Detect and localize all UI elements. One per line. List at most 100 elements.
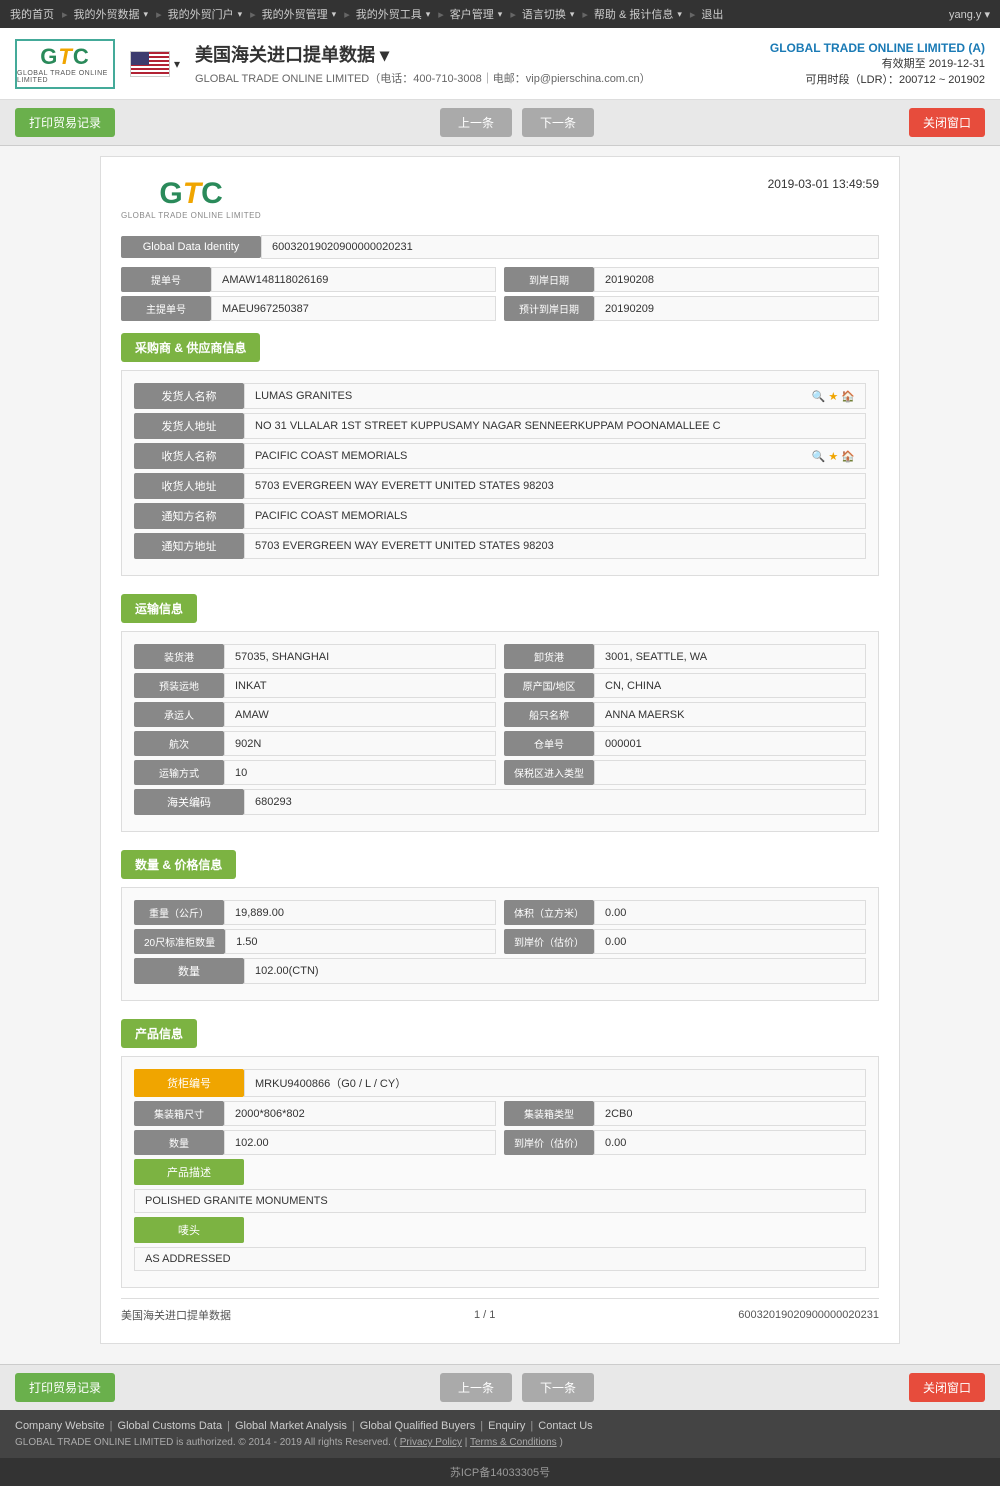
vessel-pair: 船只名称 ANNA MAERSK [504,702,866,727]
marks-value-row: AS ADDRESSED [134,1247,866,1271]
prod-price-value: 0.00 [594,1130,866,1155]
consignee-home-icon[interactable]: 🏠 [841,450,855,463]
qp-quantity-value: 102.00(CTN) [244,958,866,984]
buyer-supplier-section: 发货人名称 LUMAS GRANITES 🔍 ★ 🏠 发货人地址 NO 31 V… [121,370,879,576]
carrier-value: AMAW [224,702,496,727]
transport-mode-label: 运输方式 [134,760,224,785]
prev-button[interactable]: 上一条 [440,108,512,137]
volume-pair: 体积（立方米） 0.00 [504,900,866,925]
transport-bonded-row: 运输方式 10 保税区进入类型 [134,760,866,785]
carrier-vessel-row: 承运人 AMAW 船只名称 ANNA MAERSK [134,702,866,727]
header-right: GLOBAL TRADE ONLINE LIMITED (A) 有效期至 201… [770,41,985,87]
bottom-prev-button[interactable]: 上一条 [440,1373,512,1402]
master-bill-pair: 主提单号 MAEU967250387 [121,296,496,321]
bill-arrival-row: 提单号 AMAW148118026169 到岸日期 20190208 [121,267,879,292]
nav-logout[interactable]: 退出 [701,6,725,22]
shipper-home-icon[interactable]: 🏠 [841,390,855,403]
consignee-star-icon[interactable]: ★ [828,450,838,463]
load-port-pair: 装货港 57035, SHANGHAI [134,644,496,669]
bonded-pair: 保税区进入类型 [504,760,866,785]
footer-terms[interactable]: Terms & Conditions [470,1437,557,1448]
vessel-label: 船只名称 [504,702,594,727]
nav-language[interactable]: 语言切换 ▾ [522,6,577,22]
footer-global-market[interactable]: Global Market Analysis [235,1420,347,1432]
identity-row: Global Data Identity 6003201902090000002… [121,235,879,259]
close-button[interactable]: 关闭窗口 [909,108,985,137]
bottom-close-button[interactable]: 关闭窗口 [909,1373,985,1402]
weight-label: 重量（公斤） [134,900,224,925]
carrier-pair: 承运人 AMAW [134,702,496,727]
user-info: yang.y ▾ [949,8,990,21]
logo-area: GTC GLOBAL TRADE ONLINE LIMITED [15,39,130,89]
footer-global-customs[interactable]: Global Customs Data [118,1420,223,1432]
consignee-address-row: 收货人地址 5703 EVERGREEN WAY EVERETT UNITED … [134,473,866,499]
arrival-price-pair: 到岸价（估价） 0.00 [504,929,866,954]
nav-help[interactable]: 帮助 & 报计信息 ▾ [594,6,684,22]
origin-value: CN, CHINA [594,673,866,698]
consignee-name-label: 收货人名称 [134,443,244,469]
company-name: GLOBAL TRADE ONLINE LIMITED (A) [770,41,985,55]
voyage-pair: 航次 902N [134,731,496,756]
voyage-warehouse-row: 航次 902N 仓单号 000001 [134,731,866,756]
nav-home[interactable]: 我的首页 [10,6,56,22]
notify-name-label: 通知方名称 [134,503,244,529]
footer-enquiry[interactable]: Enquiry [488,1420,525,1432]
footer-company-website[interactable]: Company Website [15,1420,105,1432]
page-footer: Company Website | Global Customs Data | … [0,1410,1000,1458]
notify-name-value: PACIFIC COAST MEMORIALS [244,503,866,529]
bill-no-pair: 提单号 AMAW148118026169 [121,267,496,292]
customs-row: 海关编码 680293 [134,789,866,815]
quantity-price-header: 数量 & 价格信息 [121,850,236,879]
voyage-value: 902N [224,731,496,756]
print-button[interactable]: 打印贸易记录 [15,108,115,137]
arrival-price-label: 到岸价（估价） [504,929,594,954]
bottom-print-button[interactable]: 打印贸易记录 [15,1373,115,1402]
container-type-value: 2CB0 [594,1101,866,1126]
company-logo: GTC GLOBAL TRADE ONLINE LIMITED [15,39,115,89]
pre-transport-value: INKAT [224,673,496,698]
main-content: G T C GLOBAL TRADE ONLINE LIMITED 2019-0… [0,146,1000,1364]
buyer-supplier-header: 采购商 & 供应商信息 [121,333,260,362]
master-bill-value: MAEU967250387 [211,296,496,321]
consignee-search-icon[interactable]: 🔍 [812,450,826,463]
top-toolbar: 打印贸易记录 上一条 下一条 关闭窗口 [0,100,1000,146]
nav-customer[interactable]: 客户管理 ▾ [450,6,505,22]
page-title: 美国海关进口提单数据 ▾ [195,41,651,67]
us-flag [130,51,170,77]
origin-pair: 原产国/地区 CN, CHINA [504,673,866,698]
volume-label: 体积（立方米） [504,900,594,925]
bottom-next-button[interactable]: 下一条 [522,1373,594,1402]
pre-origin-row: 预装运地 INKAT 原产国/地区 CN, CHINA [134,673,866,698]
description-label: 产品描述 [134,1159,244,1185]
master-bill-label: 主提单号 [121,296,211,321]
header-subtitle: GLOBAL TRADE ONLINE LIMITED（电话：400-710-3… [195,70,651,86]
next-button[interactable]: 下一条 [522,108,594,137]
shipper-search-icon[interactable]: 🔍 [812,390,826,403]
description-header-row: 产品描述 [134,1159,866,1185]
bonded-label: 保税区进入类型 [504,760,594,785]
nav-foreign-data[interactable]: 我的外贸数据 ▾ [74,6,151,22]
doc-footer-center: 1 / 1 [474,1309,495,1321]
shipper-address-label: 发货人地址 [134,413,244,439]
quantity-price-section: 重量（公斤） 19,889.00 体积（立方米） 0.00 20尺标准柜数量 1… [121,887,879,1001]
nav-foreign-portal[interactable]: 我的外贸门户 ▾ [168,6,245,22]
prod-qty-label: 数量 [134,1130,224,1155]
nav-foreign-manage[interactable]: 我的外贸管理 ▾ [262,6,339,22]
weight-volume-row: 重量（公斤） 19,889.00 体积（立方米） 0.00 [134,900,866,925]
shipper-star-icon[interactable]: ★ [828,390,838,403]
voyage-label: 航次 [134,731,224,756]
footer-privacy[interactable]: Privacy Policy [400,1437,462,1448]
discharge-port-value: 3001, SEATTLE, WA [594,644,866,669]
prod-price-pair: 到岸价（估价） 0.00 [504,1130,866,1155]
nav-foreign-tools[interactable]: 我的外贸工具 ▾ [356,6,433,22]
footer-global-buyers[interactable]: Global Qualified Buyers [360,1420,476,1432]
marks-header-row: 唛头 [134,1217,866,1243]
doc-footer-right: 60032019020900000020231 [738,1309,879,1321]
arrival-date-value: 20190208 [594,267,879,292]
shipper-address-row: 发货人地址 NO 31 VLLALAR 1ST STREET KUPPUSAMY… [134,413,866,439]
flag-area: ▾ [130,51,180,77]
container-size-pair: 集装箱尺寸 2000*806*802 [134,1101,496,1126]
footer-contact-us[interactable]: Contact Us [538,1420,592,1432]
consignee-address-label: 收货人地址 [134,473,244,499]
dropdown-arrow-flag[interactable]: ▾ [174,57,180,71]
